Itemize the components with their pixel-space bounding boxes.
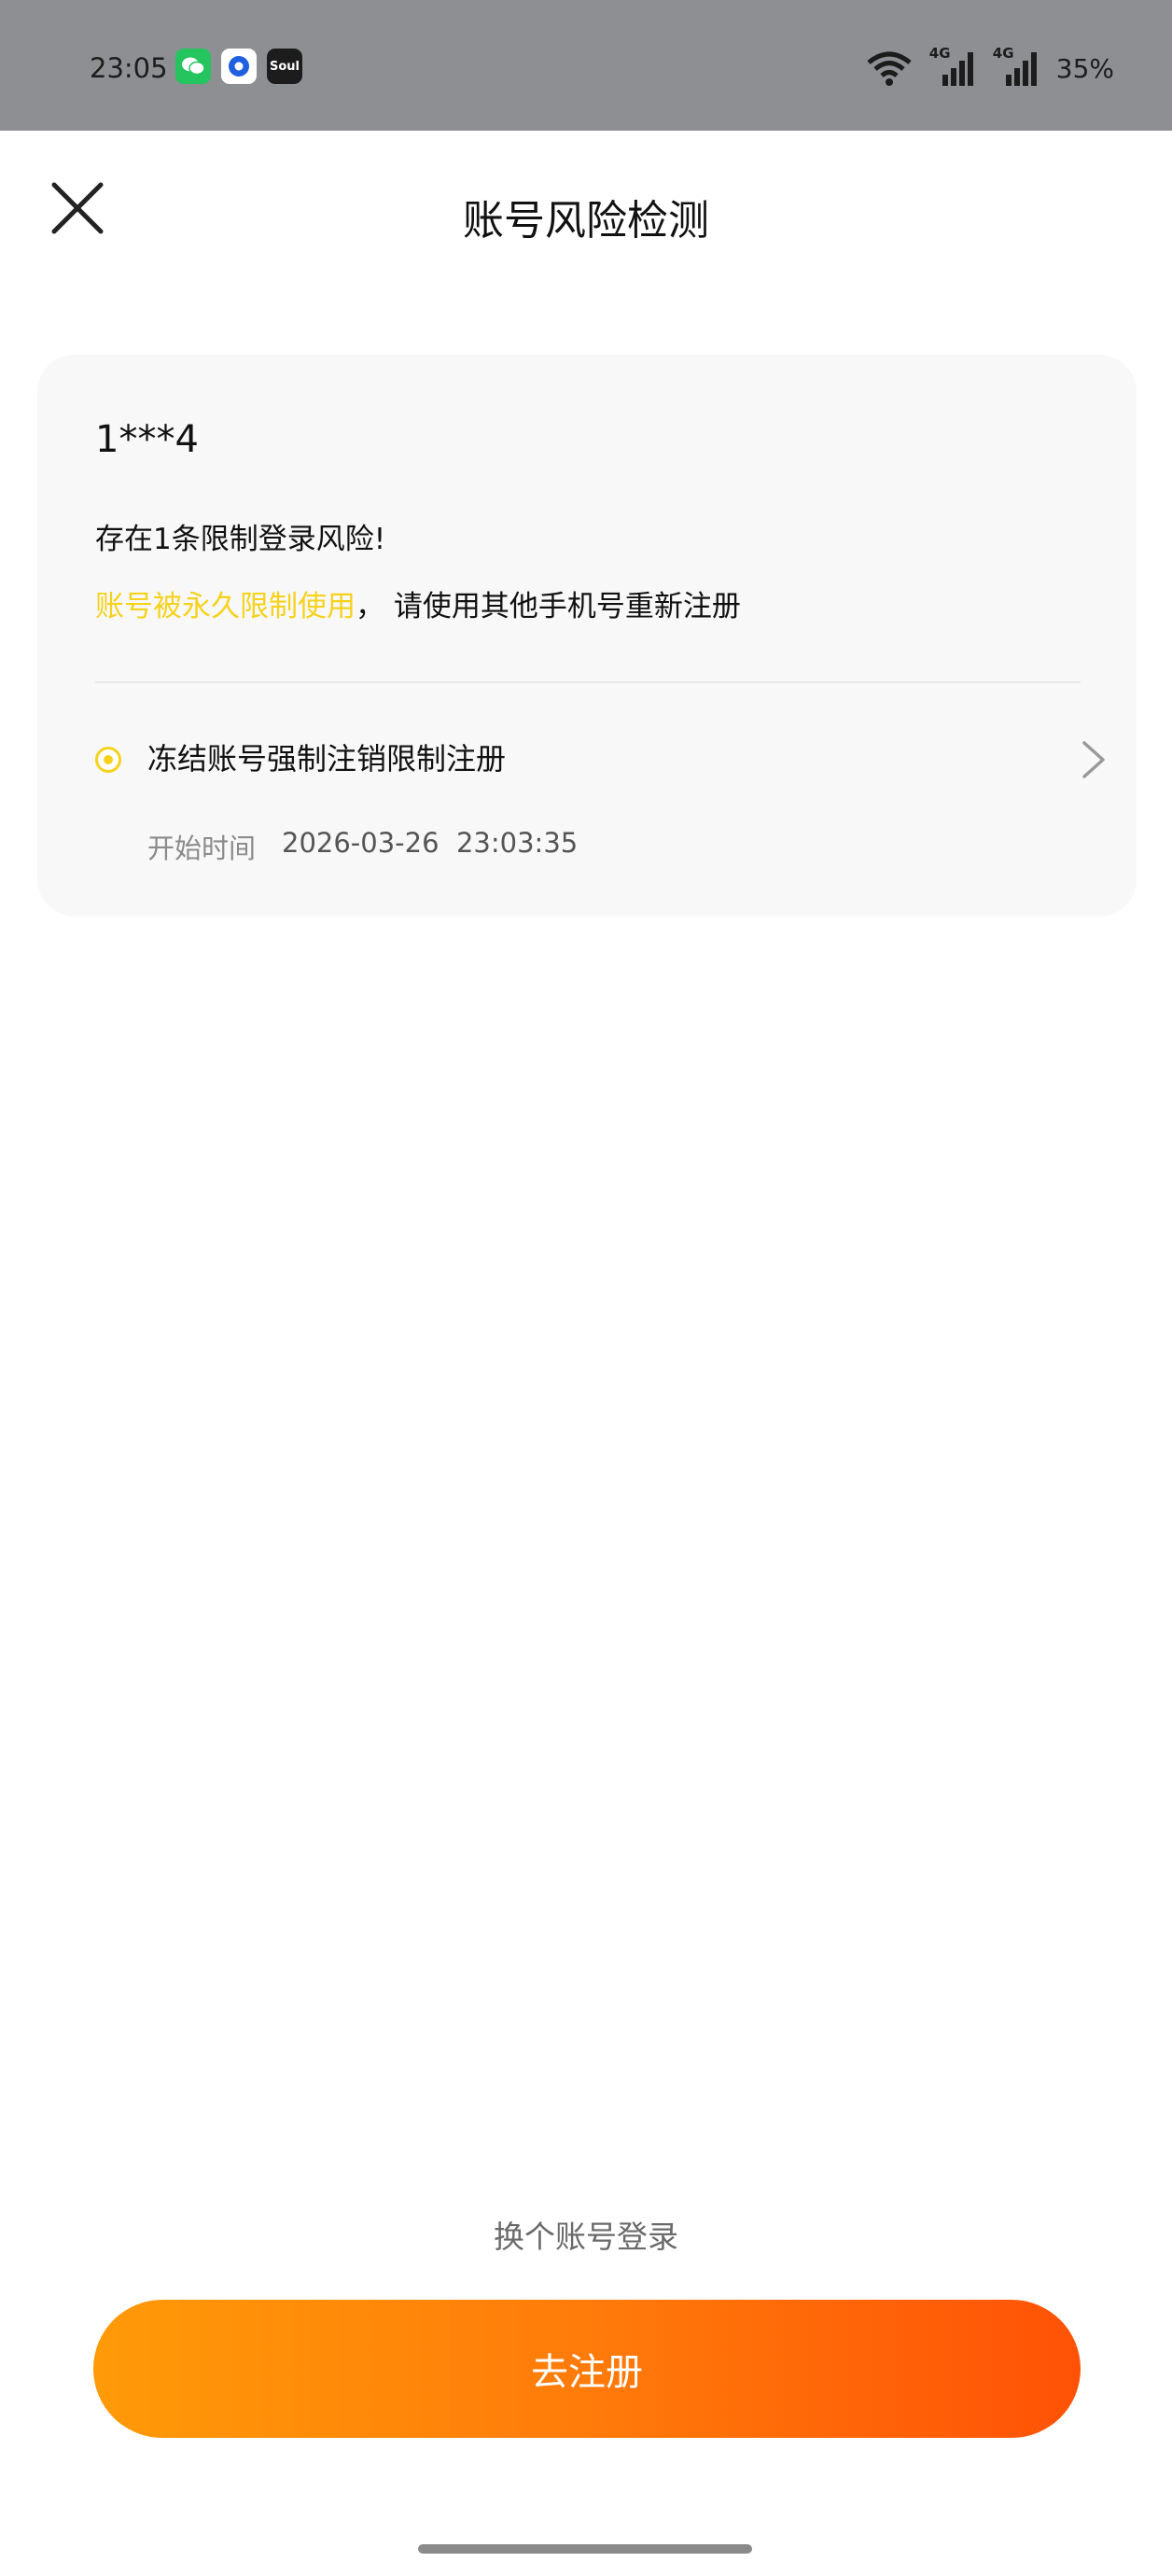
risk-item-title: 冻结账号强制注销限制注册: [147, 741, 507, 777]
switch-account-link[interactable]: 换个账号登录: [0, 2212, 1172, 2257]
divider: [95, 681, 1081, 683]
status-bar: 23:05 Soul 4G 4G 35%: [0, 0, 1172, 131]
blue-app-icon: [221, 49, 257, 84]
home-indicator[interactable]: [418, 2544, 752, 2554]
signal-2-icon: 4G: [993, 45, 1039, 88]
status-time: 23:05: [90, 52, 168, 84]
start-time-value: 2026-03-26 23:03:35: [282, 827, 579, 859]
page-title: 账号风险检测: [463, 197, 709, 245]
battery-level: 35%: [1055, 52, 1114, 84]
risk-card: 1***4 存在1条限制登录风险! 账号被永久限制使用， 请使用其他手机号重新注…: [37, 355, 1137, 917]
register-button[interactable]: 去注册: [93, 2300, 1081, 2438]
status-dot-icon: [95, 747, 121, 773]
risk-count-text: 存在1条限制登录风险!: [95, 523, 386, 556]
risk-item[interactable]: 冻结账号强制注销限制注册: [95, 735, 1122, 791]
chevron-right-icon: [1082, 741, 1105, 778]
soul-app-icon: Soul: [267, 49, 302, 84]
risk-description: 账号被永久限制使用， 请使用其他手机号重新注册: [95, 582, 741, 624]
risk-separator: ，: [356, 590, 384, 623]
wifi-icon: [867, 51, 912, 86]
start-time-label: 开始时间: [147, 833, 257, 864]
risk-advice-text: 请使用其他手机号重新注册: [393, 590, 741, 623]
wechat-icon: [175, 49, 211, 84]
risk-highlight-text: 账号被永久限制使用: [95, 590, 356, 623]
account-id: 1***4: [95, 418, 199, 461]
signal-1-icon: 4G: [929, 45, 976, 88]
status-indicators: 4G 4G 35%: [866, 45, 1114, 88]
